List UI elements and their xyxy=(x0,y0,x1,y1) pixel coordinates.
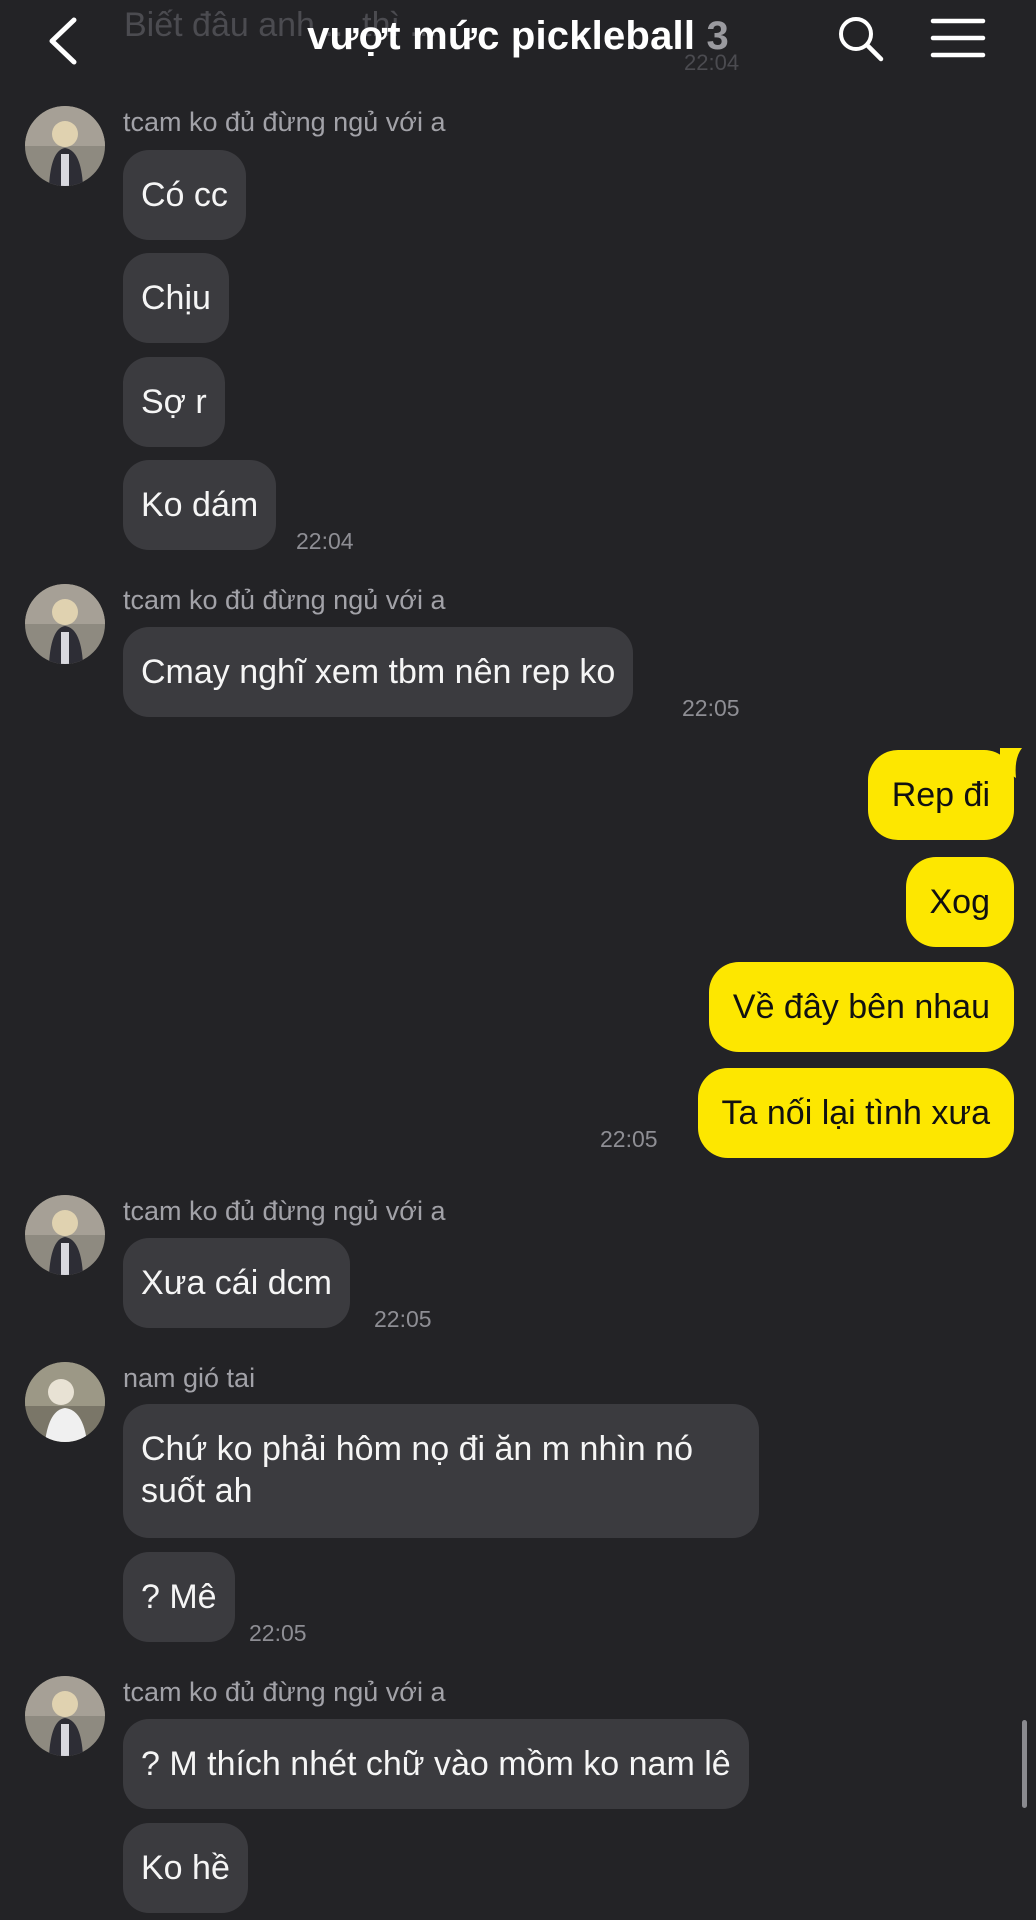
message-bubble[interactable]: Sợ r xyxy=(123,357,225,447)
my-message-bubble[interactable]: Rep đi xyxy=(867,750,1014,840)
message-bubble[interactable]: ? Mê xyxy=(123,1552,235,1642)
message-bubble[interactable]: Chứ ko phải hôm nọ đi ăn m nhìn nó suốt … xyxy=(123,1404,759,1538)
message-bubble[interactable]: Ko hề xyxy=(123,1823,248,1913)
message-bubble[interactable]: Có cc xyxy=(123,150,246,240)
message-bubble[interactable]: Cmay nghĩ xem tbm nên rep ko xyxy=(123,627,634,717)
message-time: 22:05 xyxy=(249,1620,307,1646)
sender-name: tcam ko đủ đừng ngủ với a xyxy=(123,1196,446,1226)
message-bubble[interactable]: Chịu xyxy=(123,253,229,343)
message-bubble[interactable]: ? M thích nhét chữ vào mồm ko nam lê xyxy=(123,1719,749,1809)
member-count: 3 xyxy=(706,14,729,58)
avatar[interactable] xyxy=(25,584,105,664)
message-bubble[interactable]: Xưa cái dcm xyxy=(123,1238,350,1328)
message-time: 22:05 xyxy=(374,1306,432,1332)
avatar[interactable] xyxy=(25,1362,105,1442)
avatar[interactable] xyxy=(25,1195,105,1275)
message-bubble[interactable]: Ko dám xyxy=(123,460,277,550)
avatar[interactable] xyxy=(25,106,105,186)
message-time: 22:05 xyxy=(682,695,740,721)
message-time: 22:05 xyxy=(600,1126,658,1152)
menu-icon[interactable] xyxy=(930,16,986,62)
message-time: 22:04 xyxy=(296,528,354,554)
my-message-bubble[interactable]: Ta nối lại tình xưa xyxy=(697,1068,1014,1158)
search-icon[interactable] xyxy=(836,14,886,64)
sender-name: nam gió tai xyxy=(123,1363,256,1393)
sender-name: tcam ko đủ đừng ngủ với a xyxy=(123,1677,446,1707)
avatar[interactable] xyxy=(25,1676,105,1756)
scrollbar[interactable] xyxy=(1022,1720,1027,1808)
chat-header: Biết đâu anh ... thì ... 22:04 vượt mức … xyxy=(0,0,1036,82)
my-message-bubble[interactable]: Về đây bên nhau xyxy=(708,962,1014,1052)
chat-title-text: vượt mức pickleball xyxy=(307,14,696,58)
my-message-bubble[interactable]: Xog xyxy=(905,857,1014,947)
sender-name: tcam ko đủ đừng ngủ với a xyxy=(123,107,446,137)
bubble-tail xyxy=(1000,748,1022,778)
sender-name: tcam ko đủ đừng ngủ với a xyxy=(123,585,446,615)
